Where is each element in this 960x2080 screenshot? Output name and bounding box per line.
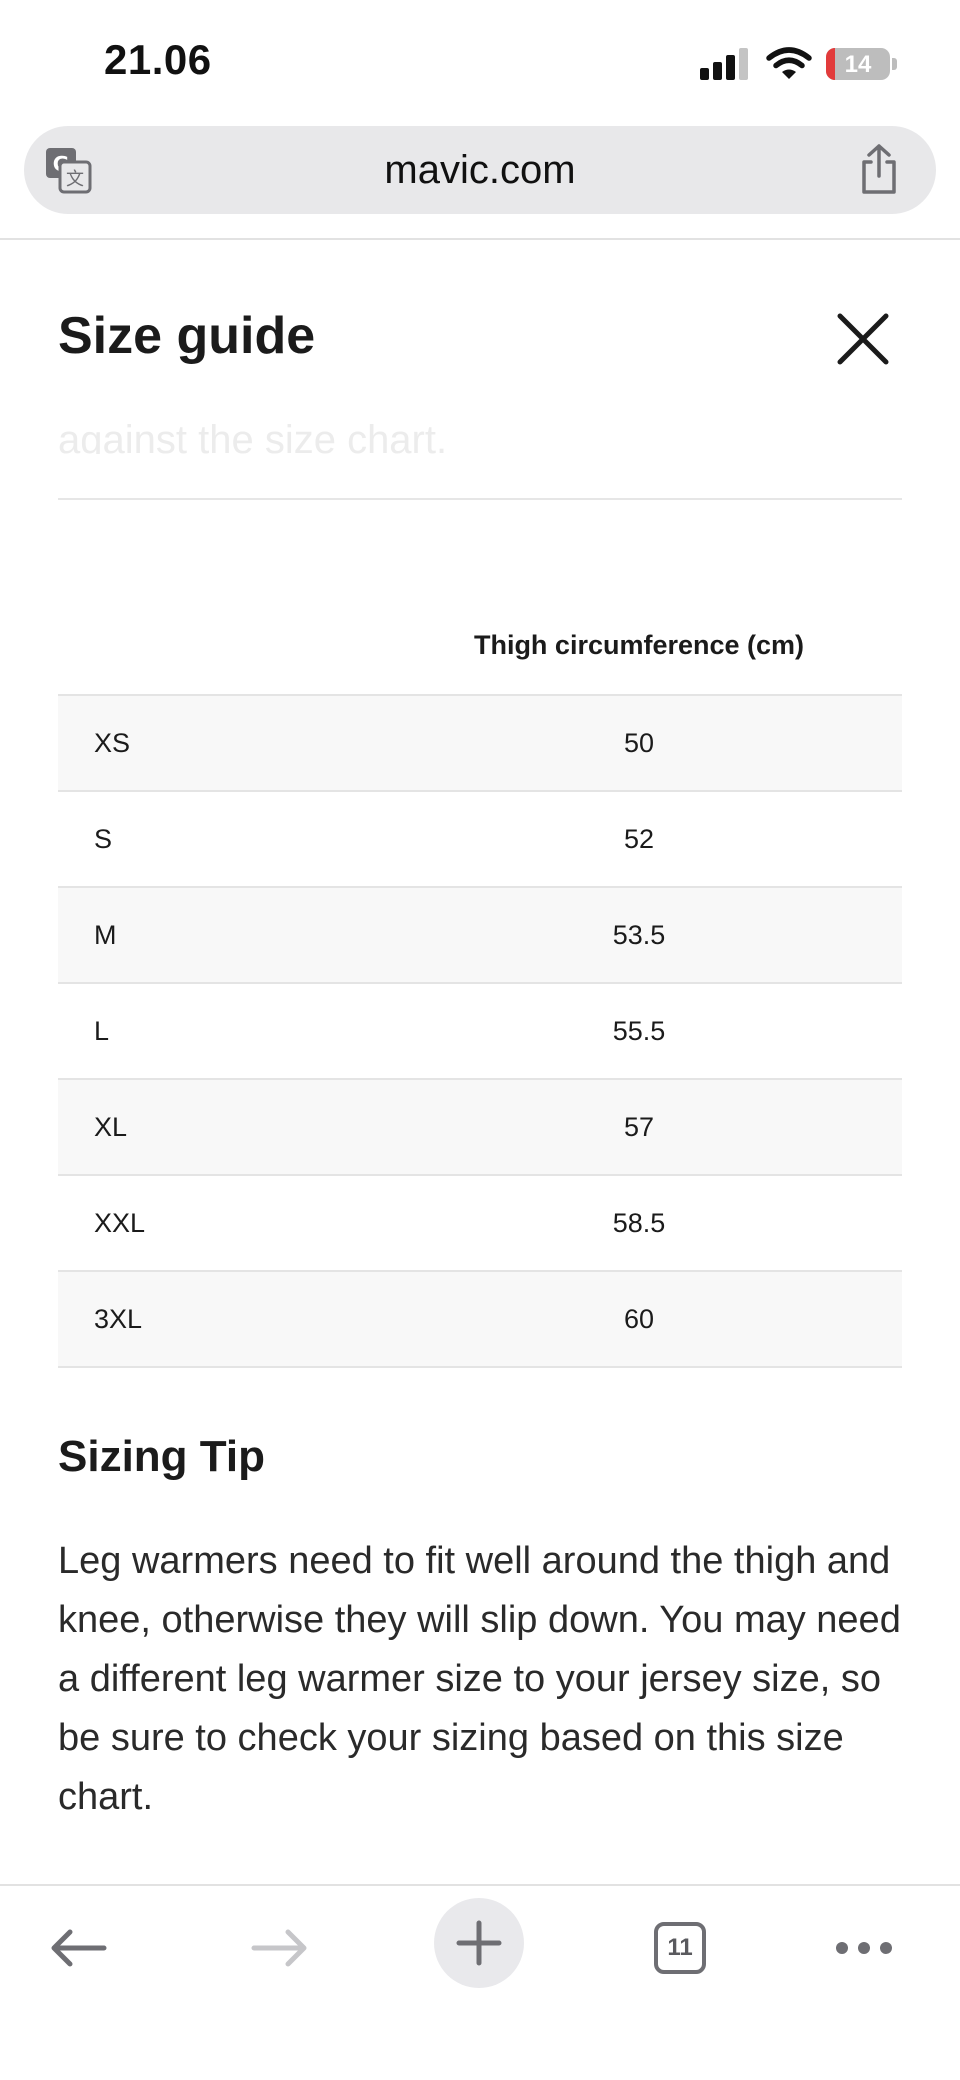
- table-row: S 52: [58, 792, 902, 888]
- more-icon: [836, 1942, 892, 1954]
- value-cell: 57: [623, 1112, 655, 1142]
- header-divider: [0, 238, 960, 240]
- bottom-toolbar: 11: [0, 1884, 960, 2080]
- table-row: M 53.5: [58, 888, 902, 984]
- tab-count: 11: [667, 1934, 693, 1961]
- value-cell: 60: [623, 1304, 655, 1334]
- plus-icon: [456, 1920, 502, 1966]
- column-header-thigh: Thigh circumference (cm): [473, 630, 805, 660]
- table-row: L 55.5: [58, 984, 902, 1080]
- size-cell: XS: [94, 728, 131, 758]
- wifi-icon: [766, 46, 812, 82]
- scrolled-text: against the size chart.: [58, 418, 448, 454]
- more-button[interactable]: [818, 1902, 910, 1994]
- forward-button[interactable]: [234, 1902, 326, 1994]
- signal-icon: [700, 48, 750, 80]
- value-cell: 58.5: [612, 1208, 666, 1238]
- status-time: 21.06: [104, 36, 212, 83]
- size-cell: M: [94, 920, 117, 950]
- sizing-tip-text: Leg warmers need to fit well around the …: [58, 1540, 901, 1818]
- forward-arrow-icon: [251, 1929, 307, 1967]
- table-header: Thigh circumference (cm): [58, 610, 902, 696]
- table-row: XXL 58.5: [58, 1176, 902, 1272]
- size-table: Thigh circumference (cm) XS 50 S 52 M 53…: [58, 610, 902, 1368]
- size-cell: XL: [94, 1112, 128, 1142]
- sizing-tip-heading: Sizing Tip: [58, 1432, 265, 1481]
- table-row: 3XL 60: [58, 1272, 902, 1368]
- new-tab-button[interactable]: [434, 1898, 524, 1988]
- url-text[interactable]: mavic.com: [24, 148, 936, 193]
- modal-title: Size guide: [58, 307, 316, 365]
- battery-level: 14: [844, 51, 872, 78]
- close-icon: [837, 313, 889, 365]
- table-row: XL 57: [58, 1080, 902, 1176]
- address-bar[interactable]: G 文 mavic.com: [24, 126, 936, 214]
- table-row: XS 50: [58, 696, 902, 792]
- value-cell: 52: [623, 824, 655, 854]
- size-cell: 3XL: [94, 1304, 143, 1334]
- tabs-button[interactable]: 11: [634, 1902, 726, 1994]
- section-divider: [58, 498, 902, 500]
- value-cell: 50: [623, 728, 655, 758]
- battery-indicator: 14: [826, 48, 890, 80]
- share-icon[interactable]: [854, 142, 904, 198]
- back-arrow-icon: [51, 1929, 107, 1967]
- value-cell: 55.5: [612, 1016, 666, 1046]
- size-cell: XXL: [94, 1208, 146, 1238]
- size-cell: L: [94, 1016, 110, 1046]
- back-button[interactable]: [32, 1902, 124, 1994]
- size-cell: S: [94, 824, 113, 854]
- value-cell: 53.5: [612, 920, 666, 950]
- tabs-icon: 11: [654, 1922, 706, 1974]
- battery-tip: [892, 58, 897, 70]
- close-button[interactable]: [832, 308, 894, 370]
